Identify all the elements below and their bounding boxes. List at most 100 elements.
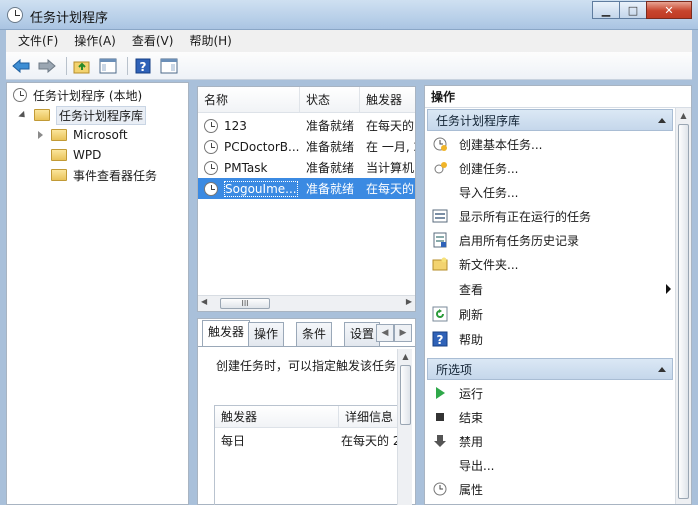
- svg-text:?: ?: [140, 60, 147, 74]
- tree-item-library[interactable]: 任务计划程序库: [18, 105, 147, 125]
- folder-icon: [51, 149, 67, 161]
- vertical-scrollbar[interactable]: ▲: [397, 349, 412, 505]
- close-button[interactable]: ✕: [646, 1, 692, 19]
- show-hide-tree-button[interactable]: [97, 55, 119, 77]
- collapse-caret-icon[interactable]: [658, 367, 666, 372]
- section-header-selected-item[interactable]: 所选项: [427, 358, 673, 380]
- tab-settings[interactable]: 设置: [344, 322, 381, 346]
- action-disable[interactable]: 禁用: [427, 429, 673, 453]
- menu-file[interactable]: 文件(F): [10, 30, 66, 52]
- back-button[interactable]: [10, 55, 32, 77]
- tree-item-event-viewer-tasks[interactable]: 事件查看器任务: [51, 165, 157, 185]
- maximize-button[interactable]: □: [619, 1, 647, 19]
- actions-vertical-scrollbar[interactable]: ▲: [675, 108, 691, 504]
- caption-buttons: ▁ □ ✕: [592, 1, 692, 19]
- column-header-trigger[interactable]: 触发器: [360, 87, 415, 113]
- action-import-task[interactable]: 导入任务...: [427, 180, 673, 204]
- expanded-arrow-icon[interactable]: [18, 110, 28, 120]
- section-title: 任务计划程序库: [436, 114, 521, 128]
- forward-button[interactable]: [36, 55, 58, 77]
- action-label: 导入任务...: [459, 185, 519, 200]
- action-export[interactable]: 导出...: [427, 453, 673, 477]
- scroll-thumb[interactable]: III: [220, 298, 270, 309]
- action-end[interactable]: 结束: [427, 405, 673, 429]
- toolbar: ?: [6, 52, 692, 80]
- task-row[interactable]: PMTask 准备就绪 当计算机: [198, 157, 415, 178]
- trigger-row[interactable]: 每日 在每天的 2: [215, 430, 403, 450]
- title-bar[interactable]: 任务计划程序 ▁ □ ✕: [0, 0, 698, 30]
- tab-scroll-right-icon[interactable]: ▶: [394, 324, 412, 342]
- action-label: 属性: [459, 482, 484, 497]
- action-refresh[interactable]: 刷新: [427, 302, 673, 326]
- run-icon: [432, 385, 448, 401]
- show-hide-action-pane-button[interactable]: [158, 55, 180, 77]
- column-header-name[interactable]: 名称: [198, 87, 300, 113]
- actions-header: 操作: [425, 86, 691, 108]
- collapse-caret-icon[interactable]: [658, 118, 666, 123]
- task-trigger: 在每天的: [366, 119, 415, 133]
- action-new-folder[interactable]: 新文件夹...: [427, 252, 673, 276]
- tree-item-label: 事件查看器任务: [73, 168, 158, 183]
- action-view[interactable]: 查看: [427, 277, 673, 301]
- clock-icon: [13, 88, 27, 102]
- tab-scroll-left-icon[interactable]: ◀: [376, 324, 394, 342]
- new-folder-icon: [432, 256, 448, 272]
- scroll-up-icon[interactable]: ▲: [398, 349, 413, 364]
- action-label: 启用所有任务历史记录: [459, 233, 580, 248]
- action-properties[interactable]: 属性: [427, 477, 673, 501]
- task-row-selected[interactable]: SogouIme... 准备就绪 在每天的: [198, 178, 415, 199]
- task-row[interactable]: 123 准备就绪 在每天的: [198, 115, 415, 136]
- scroll-thumb[interactable]: [678, 124, 689, 499]
- help-button[interactable]: ?: [132, 55, 154, 77]
- action-label: 禁用: [459, 434, 484, 449]
- task-row[interactable]: PCDoctorB... 准备就绪 在 一月, 2: [198, 136, 415, 157]
- tree-item-label: Microsoft: [73, 128, 128, 142]
- scroll-left-icon[interactable]: ◀: [201, 297, 207, 306]
- action-label: 显示所有正在运行的任务: [459, 209, 592, 224]
- section-header-library[interactable]: 任务计划程序库: [427, 109, 673, 131]
- action-help[interactable]: ? 帮助: [427, 327, 673, 351]
- properties-icon: [432, 481, 448, 497]
- action-show-running-tasks[interactable]: 显示所有正在运行的任务: [427, 204, 673, 228]
- scroll-thumb[interactable]: [400, 365, 411, 425]
- scroll-right-icon[interactable]: ▶: [406, 297, 412, 306]
- scroll-up-icon[interactable]: ▲: [676, 108, 691, 123]
- horizontal-scrollbar[interactable]: ◀ III ▶: [198, 295, 415, 311]
- action-create-task[interactable]: 创建任务...: [427, 156, 673, 180]
- action-label: 创建任务...: [459, 161, 519, 176]
- up-folder-icon: [73, 61, 90, 73]
- trigger-table: 触发器 详细信息 每日 在每天的 2: [214, 405, 404, 505]
- tab-triggers[interactable]: 触发器: [202, 320, 251, 346]
- disable-icon: [432, 433, 448, 449]
- tree-item-microsoft[interactable]: Microsoft: [38, 125, 128, 145]
- action-label: 刷新: [459, 307, 484, 322]
- menu-view[interactable]: 查看(V): [124, 30, 182, 52]
- column-header-trigger[interactable]: 触发器: [215, 406, 339, 428]
- tab-actions[interactable]: 操作: [248, 322, 285, 346]
- column-header-details[interactable]: 详细信息: [339, 406, 403, 428]
- action-create-basic-task[interactable]: 创建基本任务...: [427, 132, 673, 156]
- menu-action[interactable]: 操作(A): [66, 30, 124, 52]
- column-header-status[interactable]: 状态: [300, 87, 360, 113]
- minimize-button[interactable]: ▁: [592, 1, 620, 19]
- tree-item-local[interactable]: 任务计划程序 (本地): [13, 85, 142, 105]
- maximize-icon: □: [627, 3, 639, 17]
- section-title: 所选项: [436, 363, 473, 377]
- task-status: 准备就绪: [306, 119, 355, 133]
- tree-item-wpd[interactable]: WPD: [51, 145, 101, 165]
- action-label: 创建基本任务...: [459, 137, 543, 152]
- task-name: PMTask: [224, 160, 268, 175]
- action-run[interactable]: 运行: [427, 381, 673, 405]
- folder-icon: [51, 169, 67, 181]
- task-name: 123: [224, 118, 247, 133]
- task-status: 准备就绪: [306, 182, 355, 196]
- tree-item-label: 任务计划程序库: [56, 105, 147, 125]
- action-label: 查看: [459, 282, 484, 297]
- action-enable-history[interactable]: 启用所有任务历史记录: [427, 228, 673, 252]
- collapsed-arrow-icon[interactable]: [38, 131, 43, 139]
- up-folder-button[interactable]: [71, 55, 93, 77]
- tab-conditions[interactable]: 条件: [296, 322, 333, 346]
- action-label: 运行: [459, 386, 484, 401]
- actions-pane: 操作 任务计划程序库 创建基本任务... 创建任务... 导入任务... 显示所…: [424, 85, 692, 505]
- menu-help[interactable]: 帮助(H): [181, 30, 239, 52]
